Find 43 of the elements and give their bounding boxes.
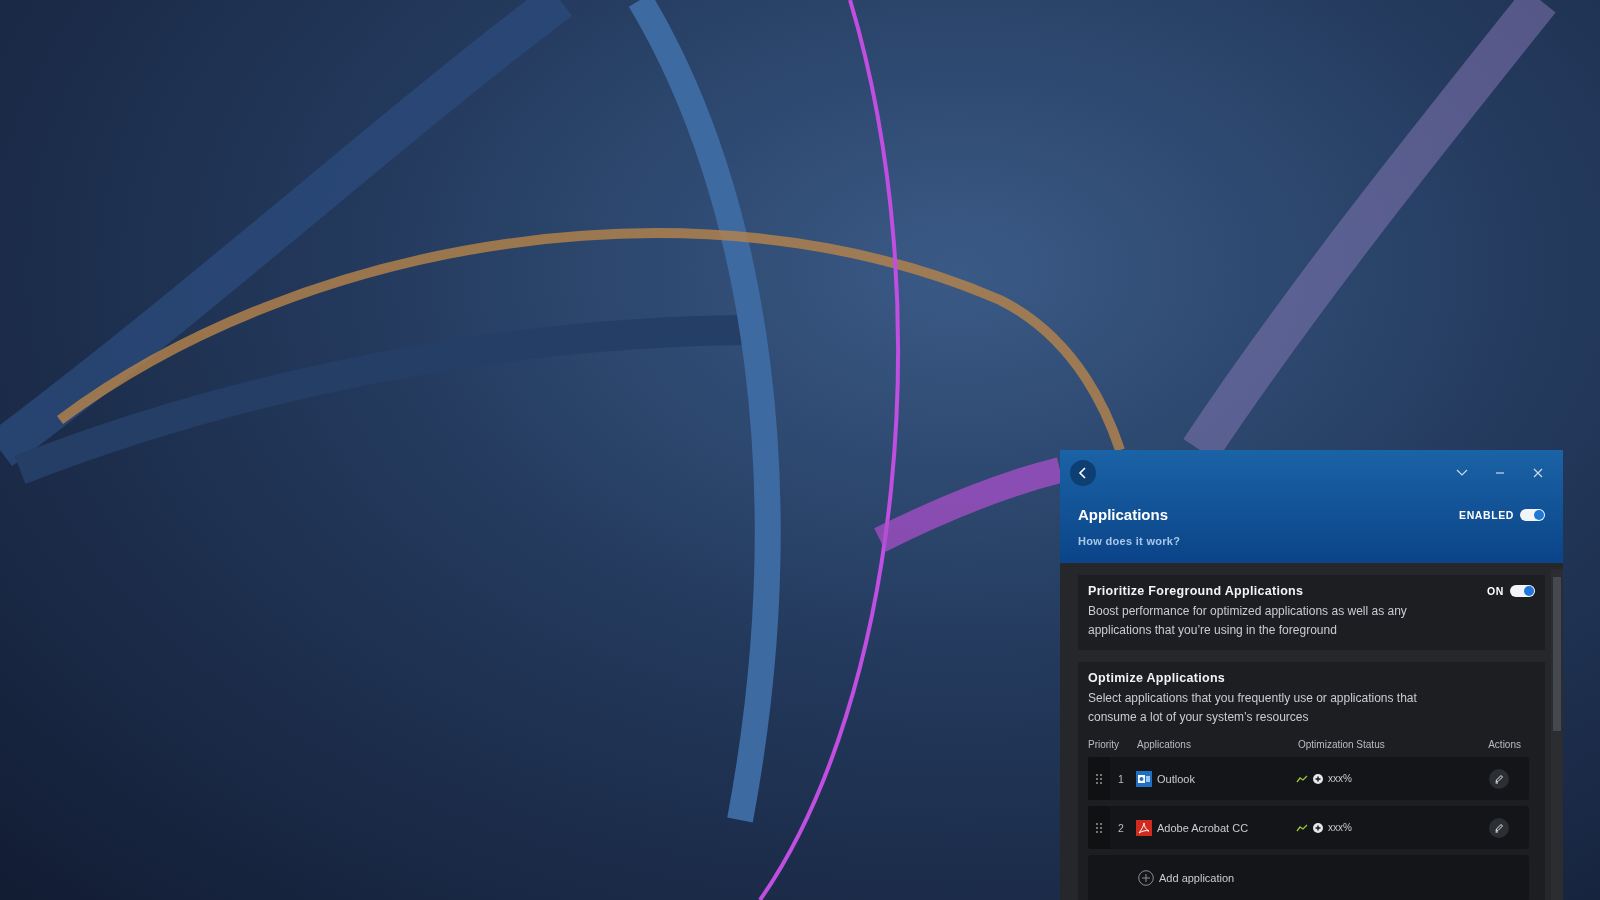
section-description: Boost performance for optimized applications as well as any applications that you’re using in the foreground	[1088, 603, 1408, 639]
section-description: Select applications that you frequently use or applications that consume a lot of your system’s resources	[1088, 690, 1418, 726]
close-icon[interactable]	[1531, 466, 1545, 480]
pencil-icon	[1494, 773, 1504, 784]
application-row[interactable]: 2 Adobe Acrobat CC xxx%	[1088, 806, 1529, 849]
optimization-value: xxx%	[1328, 773, 1352, 784]
back-button[interactable]	[1070, 460, 1096, 486]
optimization-value: xxx%	[1328, 822, 1352, 833]
column-header: Priority	[1088, 739, 1121, 750]
help-link[interactable]: How does it work?	[1078, 535, 1181, 547]
add-circle-icon	[1138, 870, 1154, 886]
plus-circle-icon	[1313, 773, 1323, 784]
drag-handle[interactable]	[1088, 806, 1110, 849]
priority-number: 1	[1117, 772, 1125, 785]
drag-dots-icon	[1095, 772, 1103, 785]
priority-number: 2	[1117, 821, 1125, 834]
enabled-toggle[interactable]	[1520, 508, 1545, 521]
scrollbar-thumb[interactable]	[1553, 577, 1561, 731]
application-name: Adobe Acrobat CC	[1157, 821, 1249, 834]
pdf-app-icon	[1136, 819, 1152, 836]
add-application-button[interactable]: Add application	[1138, 870, 1235, 886]
panel-title: Applications	[1078, 506, 1168, 523]
mail-app-icon	[1136, 770, 1152, 787]
application-name: Outlook	[1157, 772, 1195, 785]
toggle-label: ENABLED	[1459, 508, 1514, 521]
column-header: Actions	[1487, 739, 1522, 750]
application-row[interactable]: 1 Outlook xxx%	[1088, 757, 1529, 800]
toggle-label: ON	[1487, 585, 1504, 597]
feature-toggle[interactable]	[1510, 585, 1535, 597]
edit-button[interactable]	[1489, 817, 1509, 838]
column-header: Optimization Status	[1298, 739, 1386, 750]
trend-up-icon	[1296, 823, 1308, 832]
drag-dots-icon	[1095, 821, 1103, 834]
section-title: Prioritize Foreground Applications	[1088, 584, 1304, 598]
trend-up-icon	[1296, 774, 1308, 783]
pencil-icon	[1494, 822, 1504, 833]
column-header: Applications	[1137, 739, 1192, 750]
back-chevron-icon	[1077, 467, 1089, 479]
drag-handle[interactable]	[1088, 757, 1110, 800]
plus-circle-icon	[1313, 822, 1323, 833]
scrollbar[interactable]	[1551, 569, 1563, 900]
section-title: Optimize Applications	[1088, 671, 1226, 685]
edit-button[interactable]	[1489, 768, 1509, 789]
